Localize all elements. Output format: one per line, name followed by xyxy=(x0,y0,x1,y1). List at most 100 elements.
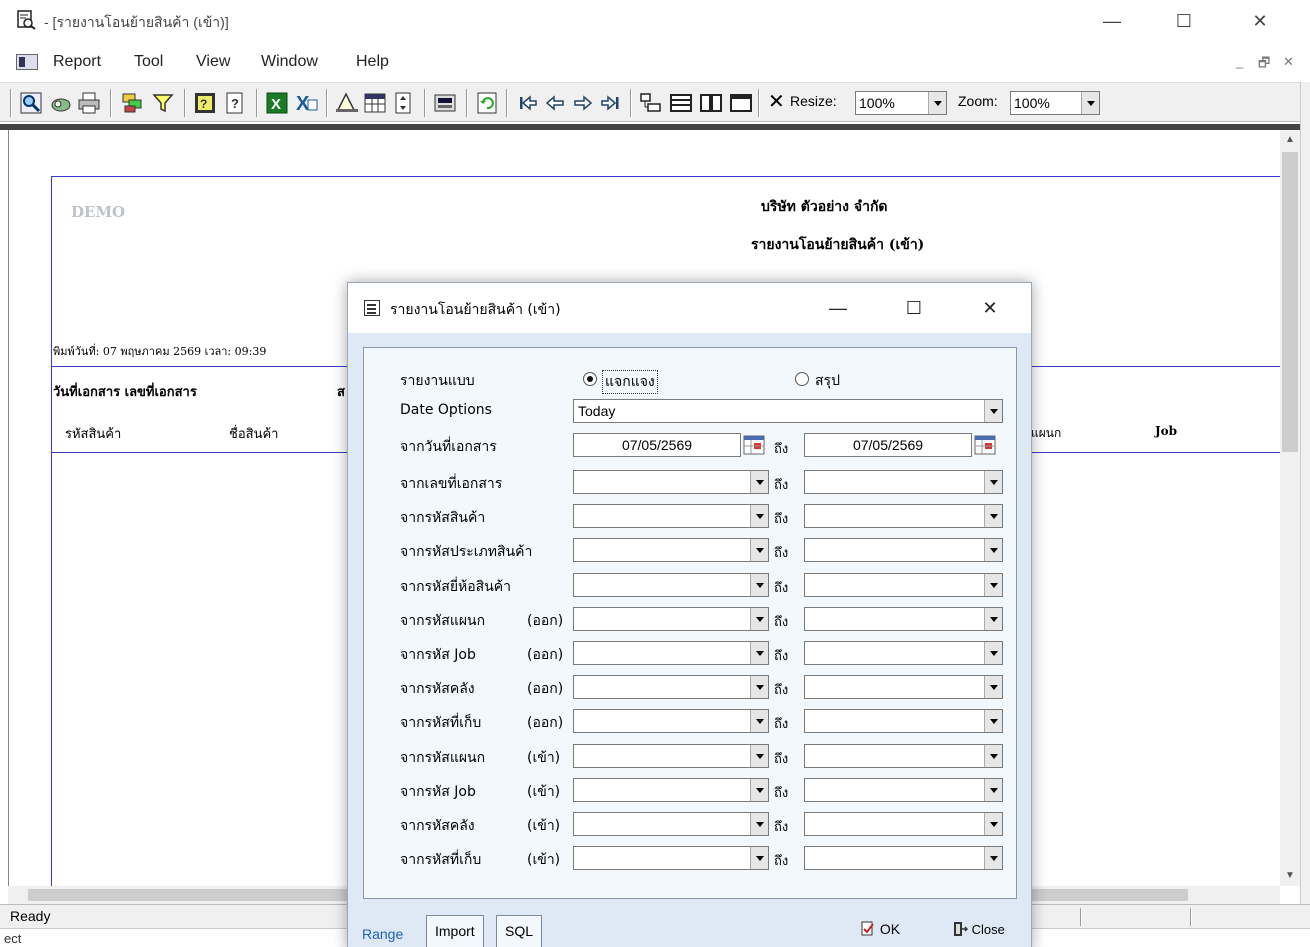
range-from-select[interactable] xyxy=(573,504,769,528)
dialog-close-button[interactable]: ✕ xyxy=(970,293,1010,323)
tab-sql[interactable]: SQL xyxy=(496,915,543,947)
export-icon[interactable] xyxy=(48,90,74,116)
date-options-select[interactable]: Today xyxy=(573,399,1003,423)
chevron-down-icon[interactable] xyxy=(750,676,768,698)
excel-export-icon[interactable]: X xyxy=(264,90,290,116)
scroll-up-icon[interactable]: ▲ xyxy=(1280,130,1300,150)
chevron-down-icon[interactable] xyxy=(984,676,1002,698)
last-page-icon[interactable] xyxy=(598,90,624,116)
chevron-down-icon[interactable] xyxy=(750,539,768,561)
range-to-select[interactable] xyxy=(804,709,1003,733)
range-to-select[interactable] xyxy=(804,470,1003,494)
radio-summary-label[interactable]: สรุป xyxy=(815,370,840,392)
chevron-down-icon[interactable] xyxy=(984,779,1002,801)
chevron-down-icon[interactable] xyxy=(928,92,946,114)
range-to-select[interactable] xyxy=(804,778,1003,802)
chevron-down-icon[interactable] xyxy=(984,813,1002,835)
range-from-select[interactable] xyxy=(573,778,769,802)
menu-tool[interactable]: Tool xyxy=(134,53,163,71)
vertical-scrollbar[interactable]: ▲ ▼ xyxy=(1280,130,1300,886)
print-icon[interactable] xyxy=(76,90,102,116)
chevron-down-icon[interactable] xyxy=(984,574,1002,596)
zoom-combo[interactable]: 100% xyxy=(1010,91,1100,115)
chevron-down-icon[interactable] xyxy=(984,505,1002,527)
range-from-select[interactable] xyxy=(573,573,769,597)
range-to-select[interactable] xyxy=(804,538,1003,562)
report-help-icon[interactable]: ? xyxy=(222,90,248,116)
scroll-down-icon[interactable]: ▼ xyxy=(1280,866,1300,886)
chevron-down-icon[interactable] xyxy=(750,813,768,835)
range-to-select[interactable] xyxy=(804,573,1003,597)
mdi-window-icon[interactable] xyxy=(16,54,38,70)
chevron-down-icon[interactable] xyxy=(984,847,1002,869)
range-from-select[interactable] xyxy=(573,846,769,870)
chevron-down-icon[interactable] xyxy=(984,642,1002,664)
chevron-down-icon[interactable] xyxy=(984,400,1002,422)
grid-icon[interactable] xyxy=(362,90,388,116)
chevron-down-icon[interactable] xyxy=(984,608,1002,630)
close-button[interactable]: ✕ xyxy=(1240,6,1280,36)
radio-detail[interactable] xyxy=(583,372,597,386)
maximize-button[interactable]: ☐ xyxy=(1164,6,1204,36)
chevron-down-icon[interactable] xyxy=(750,608,768,630)
excel-icon[interactable]: X xyxy=(294,90,320,116)
date-to-field[interactable]: 07/05/2569 xyxy=(804,433,972,457)
range-from-select[interactable] xyxy=(573,812,769,836)
range-to-select[interactable] xyxy=(804,504,1003,528)
close-dialog-button[interactable]: Close xyxy=(952,921,1005,937)
chevron-down-icon[interactable] xyxy=(1081,92,1099,114)
ok-button[interactable]: OK xyxy=(860,921,900,937)
close-report-icon[interactable]: ✕ xyxy=(768,89,785,114)
menu-report[interactable]: Report xyxy=(53,53,101,71)
chevron-down-icon[interactable] xyxy=(750,574,768,596)
chevron-down-icon[interactable] xyxy=(984,539,1002,561)
range-from-select[interactable] xyxy=(573,470,769,494)
range-from-select[interactable] xyxy=(573,538,769,562)
mdi-minimize-button[interactable]: _ xyxy=(1236,54,1243,69)
group-icon[interactable] xyxy=(120,90,146,116)
range-to-select[interactable] xyxy=(804,607,1003,631)
chevron-down-icon[interactable] xyxy=(984,710,1002,732)
range-from-select[interactable] xyxy=(573,709,769,733)
range-to-select[interactable] xyxy=(804,641,1003,665)
range-from-select[interactable] xyxy=(573,607,769,631)
chevron-down-icon[interactable] xyxy=(750,642,768,664)
first-page-icon[interactable] xyxy=(514,90,540,116)
menu-help[interactable]: Help xyxy=(356,53,389,71)
mdi-close-button[interactable]: ✕ xyxy=(1283,54,1294,70)
range-to-select[interactable] xyxy=(804,744,1003,768)
columns-view-icon[interactable] xyxy=(698,90,724,116)
report-design-icon[interactable]: ? xyxy=(192,90,218,116)
refresh-icon[interactable] xyxy=(474,90,500,116)
range-to-select[interactable] xyxy=(804,846,1003,870)
zoom-icon[interactable] xyxy=(18,90,44,116)
next-page-icon[interactable] xyxy=(570,90,596,116)
chevron-down-icon[interactable] xyxy=(984,471,1002,493)
fit-height-icon[interactable] xyxy=(390,90,416,116)
chevron-down-icon[interactable] xyxy=(750,745,768,767)
range-to-select[interactable] xyxy=(804,812,1003,836)
calendar-icon[interactable] xyxy=(743,434,765,456)
menu-window[interactable]: Window xyxy=(261,53,318,71)
range-from-select[interactable] xyxy=(573,675,769,699)
radio-summary[interactable] xyxy=(795,372,809,386)
chevron-down-icon[interactable] xyxy=(750,847,768,869)
resize-combo[interactable]: 100% xyxy=(855,91,947,115)
calendar-icon[interactable] xyxy=(974,434,996,456)
dialog-minimize-button[interactable]: — xyxy=(818,293,858,323)
range-from-select[interactable] xyxy=(573,744,769,768)
scroll-thumb[interactable] xyxy=(1282,152,1298,452)
chevron-down-icon[interactable] xyxy=(984,745,1002,767)
radio-detail-label[interactable]: แจกแจง xyxy=(602,370,658,394)
chevron-down-icon[interactable] xyxy=(750,471,768,493)
date-from-field[interactable]: 07/05/2569 xyxy=(573,433,741,457)
filter-icon[interactable] xyxy=(150,90,176,116)
chevron-down-icon[interactable] xyxy=(750,779,768,801)
chevron-down-icon[interactable] xyxy=(750,710,768,732)
previous-page-icon[interactable] xyxy=(542,90,568,116)
rows-view-icon[interactable] xyxy=(668,90,694,116)
minimize-button[interactable]: — xyxy=(1092,6,1132,36)
range-to-select[interactable] xyxy=(804,675,1003,699)
range-from-select[interactable] xyxy=(573,641,769,665)
chevron-down-icon[interactable] xyxy=(750,505,768,527)
